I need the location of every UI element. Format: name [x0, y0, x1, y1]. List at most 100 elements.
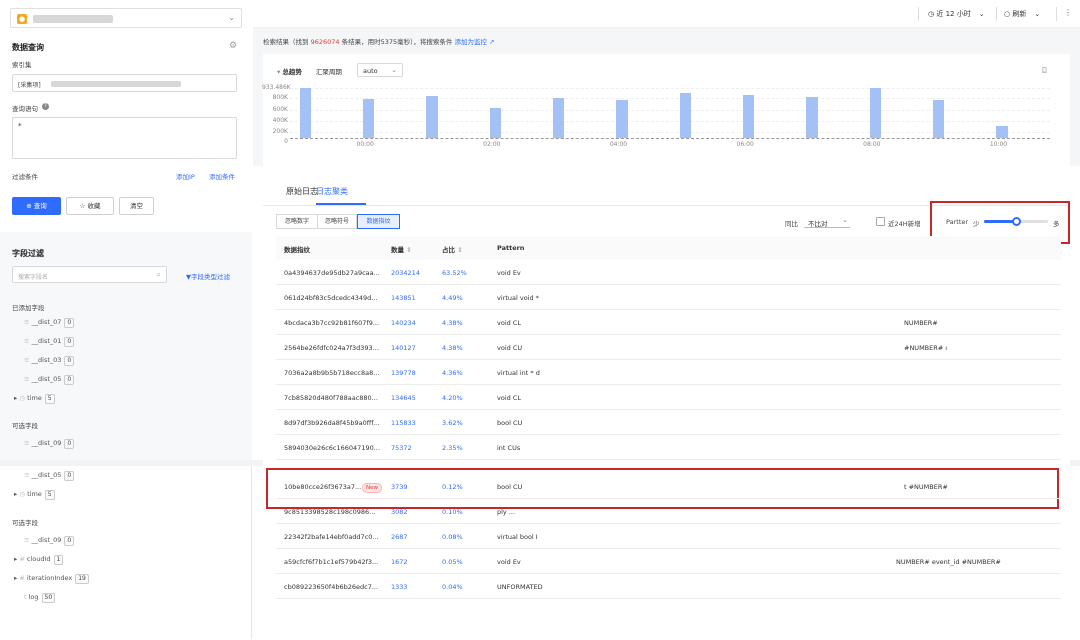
- fingerprint-cell: a59cfcf6f7b1c1ef579b42f3...: [284, 557, 379, 566]
- count-cell[interactable]: 3739: [391, 483, 408, 491]
- table-row[interactable]: 10be80cce26f3673a7... New 3739 0.12% bool CU…: [276, 474, 1061, 499]
- field-item[interactable]: ≡ __dist_05 0: [24, 471, 75, 481]
- count-cell[interactable]: 1672: [391, 558, 408, 566]
- data-fingerprint-button[interactable]: 数据指纹: [357, 214, 400, 229]
- index-select[interactable]: [采集项]: [12, 74, 237, 92]
- count-cell[interactable]: 3082: [391, 508, 408, 516]
- gear-icon[interactable]: ⚙: [229, 41, 237, 51]
- index-label: 索引集: [12, 61, 32, 69]
- index-value: [采集项]: [18, 82, 41, 89]
- field-item[interactable]: ≡ __dist_07 0: [24, 318, 75, 328]
- field-search-placeholder: 搜索字段名: [18, 274, 49, 281]
- field-item[interactable]: ▸ ◷ time 5: [14, 394, 55, 404]
- chart-bar[interactable]: [616, 99, 628, 138]
- field-item[interactable]: t log 50: [24, 593, 56, 603]
- field-item[interactable]: ≡ __dist_03 0: [24, 356, 75, 366]
- tab-raw-log[interactable]: 原始日志: [286, 186, 318, 197]
- sort-icon[interactable]: ⇕: [455, 246, 462, 254]
- ignore-numbers-button[interactable]: 忽略数字: [276, 214, 318, 229]
- add-ip-link[interactable]: 添加IP: [176, 171, 195, 181]
- fingerprint-cell: 0a4394637de95db27a9caa...: [284, 268, 380, 277]
- partter-slider-handle[interactable]: [1012, 217, 1021, 226]
- table-row[interactable]: a59cfcf6f7b1c1ef579b42f3... 1672 0.05% void…: [276, 549, 1061, 574]
- count-cell[interactable]: 75372: [391, 444, 412, 452]
- table-row[interactable]: 22342f2bafe14ebf0add7c0... 2687 0.08% virtu…: [276, 524, 1061, 549]
- chart-bar[interactable]: [362, 99, 375, 138]
- time-range-selector[interactable]: ◷ 近 12 小时 ⌄: [928, 9, 985, 19]
- chart-bar[interactable]: [552, 98, 565, 138]
- percent-cell: 0.08%: [442, 532, 463, 541]
- camera-icon[interactable]: ⌼: [1042, 66, 1047, 76]
- query-input[interactable]: *: [12, 117, 237, 159]
- col-count[interactable]: 数量 ⇕: [391, 244, 412, 254]
- sort-icon[interactable]: ⇕: [404, 246, 411, 254]
- field-item[interactable]: ≡ __dist_01 0: [24, 337, 75, 347]
- col-fingerprint[interactable]: 数据指纹: [284, 244, 310, 254]
- col-percent[interactable]: 占比 ⇕: [442, 244, 463, 254]
- count-cell[interactable]: 140127: [391, 344, 416, 352]
- chart-bar[interactable]: [806, 97, 818, 138]
- chart-bar[interactable]: [996, 125, 1008, 138]
- string-type-icon: ≡: [24, 318, 32, 326]
- ignore-symbols-button[interactable]: 忽略符号: [317, 214, 357, 229]
- field-search-input[interactable]: 搜索字段名 ⌕: [12, 266, 167, 283]
- table-row[interactable]: 5894030e26c6c166047190... 75372 2.35% int C…: [276, 435, 1061, 460]
- chart-bar[interactable]: [426, 96, 438, 138]
- search-icon: ⊕: [26, 202, 34, 210]
- add-condition-link[interactable]: 添加条件: [209, 171, 235, 181]
- count-cell[interactable]: 2034214: [391, 269, 420, 277]
- pattern-tail-cell: NUMBER# event_id #NUMBER#: [896, 557, 1001, 566]
- field-item[interactable]: ▸ # cloudId 1: [14, 555, 64, 565]
- table-row[interactable]: 2564be26fdfc024a7f3d393... 140127 4.38% voi…: [276, 335, 1061, 360]
- refresh-selector[interactable]: ○ 刷新 ⌄: [1004, 9, 1040, 19]
- field-item[interactable]: ≡ __dist_09 0: [24, 536, 75, 546]
- query-button[interactable]: ⊕ 查询: [12, 197, 61, 215]
- y-tick-label: 800K: [272, 94, 288, 101]
- tab-log-cluster[interactable]: 日志聚类: [316, 186, 348, 197]
- table-row[interactable]: cb089223650f4b6b26edc7... 1333 0.04% UNFORM…: [276, 574, 1061, 599]
- help-icon[interactable]: ?: [42, 103, 49, 110]
- col-count-label: 数量: [391, 246, 404, 254]
- table-row[interactable]: 7cb85820d480f788aac880... 134645 4.20% void…: [276, 385, 1061, 410]
- field-item[interactable]: ▸ # iterationIndex 19: [14, 574, 89, 584]
- chart-bar[interactable]: [299, 88, 311, 138]
- field-count-badge: 0: [64, 439, 75, 449]
- field-name: __dist_05: [31, 375, 62, 383]
- result-prefix: 检索结果（找到: [263, 38, 309, 46]
- count-cell[interactable]: 139778: [391, 369, 416, 377]
- project-selector[interactable]: ● ⌄: [10, 8, 242, 28]
- compare-select[interactable]: 不比对 ⌄: [804, 216, 850, 228]
- section-title-field-filter: 字段过滤: [12, 249, 44, 258]
- count-cell[interactable]: 2687: [391, 533, 408, 541]
- count-cell[interactable]: 134645: [391, 394, 416, 402]
- field-item[interactable]: ≡ __dist_05 0: [24, 375, 75, 385]
- chart-bar[interactable]: [869, 88, 881, 138]
- field-type-filter-link[interactable]: ▼字段类型过滤: [186, 271, 230, 281]
- add-monitor-link[interactable]: 添加为监控: [454, 38, 487, 46]
- new-24h-checkbox[interactable]: [876, 217, 885, 226]
- field-item[interactable]: ≡ __dist_09 0: [24, 439, 75, 449]
- clear-button[interactable]: 清空: [119, 197, 154, 215]
- table-row[interactable]: 7036a2a8b9b5b718ecc8a8... 139778 4.36% virt…: [276, 360, 1061, 385]
- count-cell[interactable]: 115833: [391, 419, 416, 427]
- period-select[interactable]: auto ⌄: [357, 63, 403, 77]
- chart-bar[interactable]: [489, 108, 501, 138]
- table-row[interactable]: 0a4394637de95db27a9caa... 2034214 63.52% vo…: [276, 260, 1061, 285]
- external-link-icon[interactable]: ↗: [487, 38, 494, 46]
- chart-bar[interactable]: [742, 94, 755, 138]
- fingerprint-cell: 2564be26fdfc024a7f3d393...: [284, 343, 379, 352]
- more-vertical-icon[interactable]: ⋮: [1064, 8, 1072, 17]
- field-item[interactable]: ▸ ◷ time 5: [14, 490, 55, 500]
- table-row[interactable]: 8d97df3b926da8f45b9a0fff... 115833 3.62% bo…: [276, 410, 1061, 435]
- chart-bar[interactable]: [932, 99, 945, 138]
- table-row[interactable]: 9c8513398528c198c0986... 3082 0.10% ply ...: [276, 499, 1061, 524]
- chart-bar[interactable]: [679, 92, 691, 138]
- table-row[interactable]: 4bcdaca3b7cc92b81f607f9... 140234 4.38% voi…: [276, 310, 1061, 335]
- x-tick-label: 06:00: [736, 141, 754, 148]
- pattern-cell: ply ...: [497, 507, 516, 516]
- table-row[interactable]: 061d24bf83c5dcedc4349d... 143851 4.49% virt…: [276, 285, 1061, 310]
- count-cell[interactable]: 140234: [391, 319, 416, 327]
- count-cell[interactable]: 143851: [391, 294, 416, 302]
- favorite-button[interactable]: ☆ 收藏: [66, 197, 114, 215]
- count-cell[interactable]: 1333: [391, 583, 408, 591]
